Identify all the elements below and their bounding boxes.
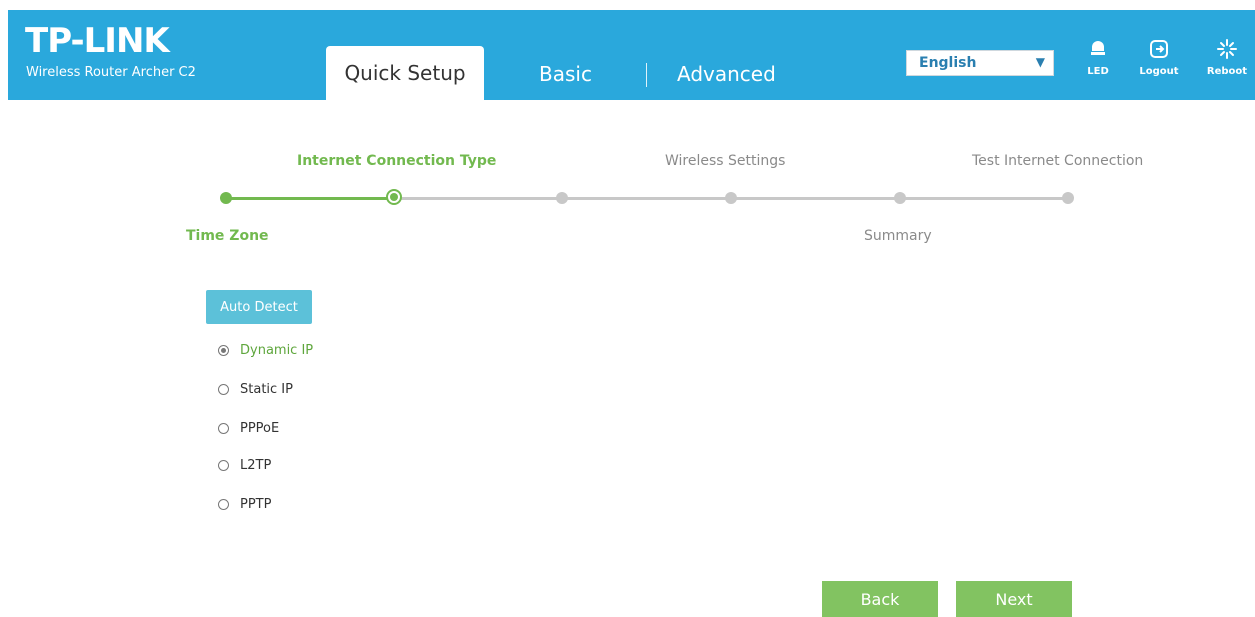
tab-basic[interactable]: Basic xyxy=(539,62,592,86)
auto-detect-button[interactable]: Auto Detect xyxy=(206,290,312,324)
step-test-internet-connection: Test Internet Connection xyxy=(972,153,1144,169)
brand-logo: TP-LINK xyxy=(25,21,170,61)
radio-static-ip[interactable]: Static IP xyxy=(218,382,293,397)
reboot-label: Reboot xyxy=(1206,66,1248,77)
header-background xyxy=(8,10,1255,100)
back-button[interactable]: Back xyxy=(822,581,938,617)
tab-quick-setup[interactable]: Quick Setup xyxy=(326,46,484,100)
option-label: Dynamic IP xyxy=(240,343,314,358)
step-dot-time-zone xyxy=(220,192,232,204)
router-model: Wireless Router Archer C2 xyxy=(26,65,196,80)
radio-icon xyxy=(218,384,229,395)
chevron-down-icon: ▼ xyxy=(1035,55,1045,69)
option-label: PPTP xyxy=(240,497,272,512)
logout-button[interactable]: Logout xyxy=(1134,38,1184,77)
step-internet-connection-type: Internet Connection Type xyxy=(297,153,497,169)
radio-l2tp[interactable]: L2TP xyxy=(218,458,271,473)
radio-icon xyxy=(218,499,229,510)
step-summary: Summary xyxy=(864,228,932,244)
logout-label: Logout xyxy=(1139,66,1179,77)
reboot-button[interactable]: Reboot xyxy=(1202,38,1252,77)
led-button[interactable]: LED xyxy=(1073,38,1123,77)
option-label: PPPoE xyxy=(240,421,280,436)
tab-advanced[interactable]: Advanced xyxy=(677,62,776,86)
option-label: Static IP xyxy=(240,382,293,397)
step-wireless-settings: Wireless Settings xyxy=(665,153,786,169)
step-dot xyxy=(556,192,568,204)
radio-pppoe[interactable]: PPPoE xyxy=(218,421,279,436)
reboot-icon xyxy=(1217,39,1237,59)
radio-pptp[interactable]: PPTP xyxy=(218,497,271,512)
radio-icon xyxy=(218,423,229,434)
tab-divider xyxy=(646,63,647,87)
progress-line-done xyxy=(226,197,394,200)
step-dot-internet-connection xyxy=(386,189,402,205)
logout-icon xyxy=(1150,40,1168,58)
language-value: English xyxy=(919,55,977,71)
step-dot xyxy=(894,192,906,204)
step-dot xyxy=(1062,192,1074,204)
header-bar: TP-LINK Wireless Router Archer C2 Quick … xyxy=(0,0,1255,100)
radio-dynamic-ip[interactable]: Dynamic IP xyxy=(218,343,313,358)
led-label: LED xyxy=(1087,66,1109,77)
option-label: L2TP xyxy=(240,458,272,473)
step-time-zone: Time Zone xyxy=(186,228,269,244)
next-button[interactable]: Next xyxy=(956,581,1072,617)
tab-quick-setup-label: Quick Setup xyxy=(344,61,466,85)
led-icon xyxy=(1091,41,1105,55)
step-dot xyxy=(725,192,737,204)
radio-icon xyxy=(218,460,229,471)
language-select[interactable]: English ▼ xyxy=(906,50,1054,76)
radio-selected-icon xyxy=(218,345,229,356)
